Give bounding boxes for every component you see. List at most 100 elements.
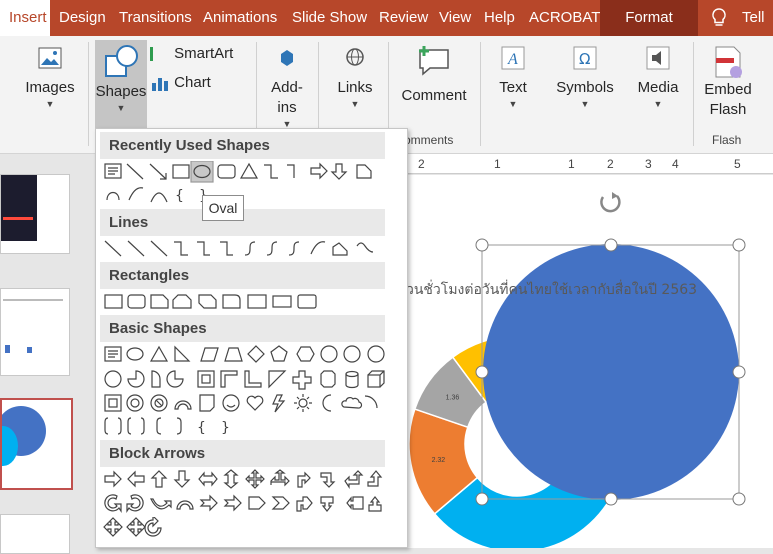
curve-shape-icon[interactable]: [128, 187, 144, 201]
rectangle-shape-icon[interactable]: [104, 294, 123, 309]
diagonal-stripe-shape-icon[interactable]: [268, 370, 287, 389]
chord-shape-icon[interactable]: [151, 370, 161, 388]
curved-connector-shape-icon[interactable]: [106, 191, 120, 201]
double-brace-shape-icon[interactable]: [127, 417, 145, 435]
left-right-arrow-shape-icon[interactable]: [198, 471, 218, 487]
pentagon-arrow-shape-icon[interactable]: [248, 496, 266, 510]
teardrop-shape-icon[interactable]: [166, 370, 184, 388]
cloud-shape-icon[interactable]: [341, 397, 363, 409]
l-shape-icon[interactable]: [244, 370, 262, 388]
parallelogram-shape-icon[interactable]: [200, 347, 219, 362]
left-up-arrow-shape-icon[interactable]: [344, 470, 364, 489]
right-triangle-shape-icon[interactable]: [174, 345, 191, 362]
left-bracket-shape-icon[interactable]: [156, 417, 162, 435]
curved-left-arrow-shape-icon[interactable]: [126, 494, 144, 513]
down-arrow-shape-icon[interactable]: [173, 470, 191, 488]
right-bracket-shape-icon[interactable]: [176, 417, 182, 435]
bent-up-arrow-shape-icon[interactable]: [367, 470, 383, 487]
dodecagon-shape-icon[interactable]: [104, 370, 122, 388]
down-arrow-shape-icon[interactable]: [330, 163, 348, 180]
curve-shape-icon[interactable]: [310, 241, 326, 255]
circular-arrow-shape-icon[interactable]: [144, 517, 162, 537]
bent-arrow-shape-icon[interactable]: [297, 471, 311, 488]
resize-handle[interactable]: [475, 365, 489, 379]
left-right-up-arrow-shape-icon[interactable]: [270, 469, 290, 487]
line-shape-icon[interactable]: [126, 163, 144, 180]
right-brace-shape-icon[interactable]: }: [221, 420, 230, 436]
triangle-shape-icon[interactable]: [239, 162, 259, 179]
arc-shape-icon[interactable]: [150, 192, 168, 203]
resize-handle[interactable]: [732, 365, 746, 379]
up-down-arrow-shape-icon[interactable]: [223, 469, 239, 489]
chevron-arrow-shape-icon[interactable]: [271, 496, 290, 510]
textbox-shape-icon[interactable]: [104, 163, 122, 179]
up-arrow-callout-shape-icon[interactable]: [368, 496, 382, 512]
no-symbol-shape-icon[interactable]: [150, 394, 168, 412]
trapezoid-shape-icon[interactable]: [224, 347, 243, 362]
u-turn-arrow-shape-icon[interactable]: [320, 472, 336, 488]
can-shape-icon[interactable]: [345, 370, 359, 389]
hexagon-shape-icon[interactable]: [296, 346, 315, 362]
down-arrow-callout-shape-icon[interactable]: [320, 496, 334, 512]
rectangle-shape-icon[interactable]: [172, 164, 190, 179]
resize-handle[interactable]: [604, 238, 618, 252]
pie-shape-icon[interactable]: [127, 370, 145, 388]
round-same-side-rectangle-shape-icon[interactable]: [272, 295, 292, 308]
snip-diagonal-rectangle-shape-icon[interactable]: [198, 294, 217, 309]
round-diagonal-rectangle-shape-icon[interactable]: [297, 294, 317, 309]
curved-right-arrow-shape-icon[interactable]: [104, 494, 122, 513]
round-single-corner-rectangle-shape-icon[interactable]: [222, 294, 241, 309]
right-arrow-callout-shape-icon[interactable]: [296, 496, 313, 512]
curved-connector-shape-icon[interactable]: [244, 241, 256, 256]
block-arc-shape-icon[interactable]: [174, 400, 192, 410]
heptagon-shape-icon[interactable]: [320, 345, 338, 363]
striped-right-arrow-shape-icon[interactable]: [199, 494, 218, 512]
curved-arrow-connector-shape-icon[interactable]: [266, 241, 278, 256]
folded-corner-shape-icon[interactable]: [199, 394, 215, 412]
octagon-shape-icon[interactable]: [343, 345, 361, 363]
resize-handle[interactable]: [475, 238, 489, 252]
arrow-line-shape-icon[interactable]: [149, 163, 167, 180]
line-shape-icon[interactable]: [104, 240, 122, 257]
notched-right-arrow-shape-icon[interactable]: [223, 494, 242, 512]
curved-up-arrow-shape-icon[interactable]: [150, 498, 172, 510]
left-arrow-shape-icon[interactable]: [127, 470, 145, 488]
up-arrow-shape-icon[interactable]: [150, 470, 168, 488]
left-brace-shape-icon[interactable]: {: [175, 188, 184, 204]
freeform-shape-icon[interactable]: [332, 242, 348, 256]
double-arrow-line-shape-icon[interactable]: [150, 240, 168, 257]
elbow-arrow-connector-shape-icon[interactable]: [197, 241, 210, 256]
right-arrow-shape-icon[interactable]: [104, 470, 122, 488]
rotate-handle-icon[interactable]: [600, 192, 621, 213]
snip-rectangle-shape-icon[interactable]: [356, 164, 372, 179]
smiley-face-shape-icon[interactable]: [222, 394, 240, 412]
arrow-line-shape-icon[interactable]: [127, 240, 145, 257]
donut-shape-icon[interactable]: [126, 394, 144, 412]
scribble-shape-icon[interactable]: [356, 242, 374, 253]
rounded-rectangle-shape-icon[interactable]: [127, 294, 146, 309]
plaque-shape-icon[interactable]: [320, 370, 336, 388]
curved-double-arrow-connector-shape-icon[interactable]: [288, 241, 300, 256]
elbow-connector-shape-icon[interactable]: [174, 241, 188, 256]
cross-shape-icon[interactable]: [292, 370, 312, 390]
shapes-gallery-dropdown[interactable]: Recently Used Shapes {Lines Rectangles …: [95, 128, 408, 548]
resize-handle[interactable]: [475, 492, 489, 506]
left-arrow-callout-shape-icon[interactable]: [346, 496, 364, 510]
arc-shape-icon[interactable]: [364, 395, 378, 409]
quad-arrow-shape-icon[interactable]: [245, 469, 265, 489]
decagon-shape-icon[interactable]: [367, 345, 385, 363]
pentagon-shape-icon[interactable]: [270, 345, 288, 362]
frame-shape-icon[interactable]: [197, 370, 215, 388]
lightning-bolt-shape-icon[interactable]: [272, 394, 286, 413]
left-right-arrow-callout-shape-icon[interactable]: [103, 517, 123, 537]
textbox-shape-icon[interactable]: [104, 346, 122, 362]
resize-handle[interactable]: [732, 492, 746, 506]
rounded-rectangle-shape-icon[interactable]: [217, 164, 236, 179]
snip-same-side-rectangle-shape-icon[interactable]: [172, 294, 192, 309]
snip-single-corner-rectangle-shape-icon[interactable]: [150, 294, 169, 309]
elbow-double-arrow-connector-shape-icon[interactable]: [220, 241, 233, 256]
resize-handle[interactable]: [604, 492, 618, 506]
curved-down-arrow-shape-icon[interactable]: [176, 500, 194, 510]
cube-shape-icon[interactable]: [367, 370, 385, 388]
isosceles-triangle-shape-icon[interactable]: [149, 345, 169, 362]
